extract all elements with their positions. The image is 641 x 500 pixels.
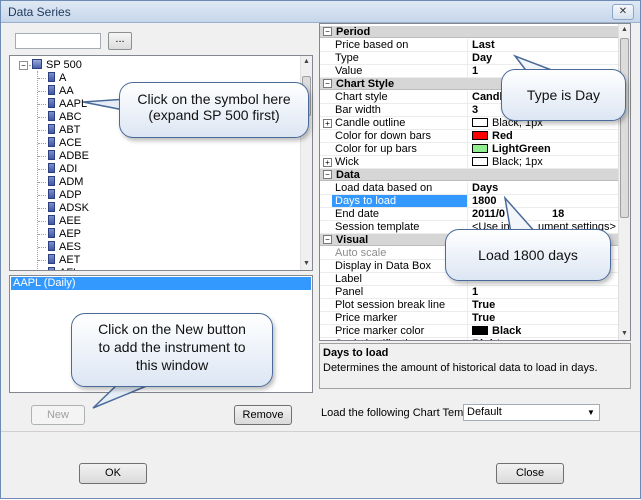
- data-series-dialog: Data Series ✕ ... − SP 500 A AA AAPL ABC ABT…: [0, 0, 641, 499]
- callout-line: this window: [135, 357, 209, 373]
- callout-line: Click on the New button: [98, 321, 246, 337]
- days-callout: Load 1800 days: [445, 229, 611, 281]
- callout-line: Type is Day: [526, 87, 601, 103]
- symbol-callout: Click on the symbol here (expand SP 500 …: [119, 82, 309, 138]
- callout-line: Load 1800 days: [478, 247, 578, 263]
- days-callout-pointer: [503, 195, 538, 234]
- callout-line: to add the instrument to: [98, 339, 246, 355]
- callout-line: Click on the symbol here: [137, 91, 291, 107]
- callout-line: (expand SP 500 first): [148, 107, 280, 123]
- type-callout: Type is Day: [501, 69, 626, 121]
- new-callout: Click on the New button to add the instr…: [71, 313, 273, 387]
